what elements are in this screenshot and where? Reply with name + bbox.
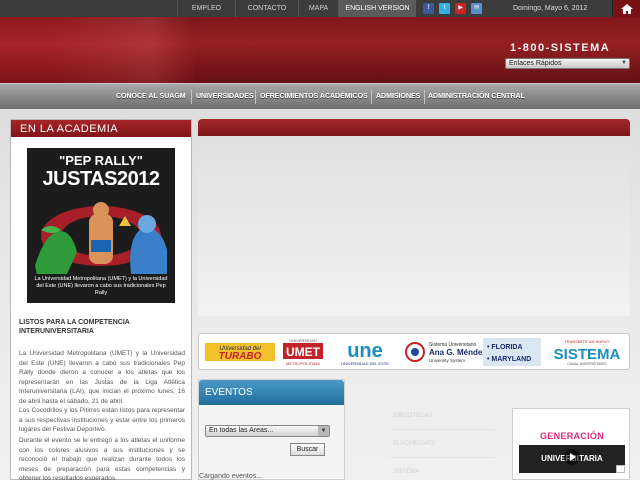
divider — [390, 429, 495, 430]
events-title: EVENTOS — [205, 387, 253, 398]
facebook-icon[interactable]: f — [423, 3, 434, 14]
topbar-link-contacto[interactable]: CONTACTO — [235, 0, 298, 17]
expand-icon[interactable] — [616, 465, 625, 473]
play-icon[interactable] — [564, 449, 580, 465]
svg-text:METROPOLITANA: METROPOLITANA — [286, 361, 320, 366]
poster-illustration — [35, 202, 167, 274]
banner-title: GENERACIÓN — [539, 431, 604, 441]
svg-text:une: une — [347, 340, 383, 362]
svg-text:CANAL UNIVERSITARIO: CANAL UNIVERSITARIO — [567, 362, 607, 366]
topbar-link-english-version[interactable]: ENGLISH VERSION — [338, 0, 416, 17]
area-filter-value: En todas las Areas... — [209, 427, 274, 434]
svg-text:SISTEMA: SISTEMA — [554, 346, 621, 363]
pep-rally-poster[interactable]: "PEP RALLY" JUSTAS2012 La Universidad Me… — [27, 148, 175, 303]
nav-item-universidades[interactable]: UNIVERSIDADES — [192, 84, 258, 110]
mail-icon[interactable]: ✉ — [471, 3, 482, 14]
svg-text:University System: University System — [429, 358, 465, 363]
twitter-icon[interactable]: t — [439, 3, 450, 14]
nav-item-ofrecimientos-academicos[interactable]: OFRECIMIENTOS ACADÉMICOS — [256, 84, 372, 110]
nav-item-conoce-al-suagm[interactable]: CONOCE AL SUAGM — [112, 84, 190, 110]
academia-header: EN LA ACADEMIA — [11, 120, 191, 137]
main-navigation: CONOCE AL SUAGM UNIVERSIDADES OFRECIMIEN… — [0, 83, 640, 109]
florida-maryland-logo[interactable]: • FLORIDA • MARYLAND — [483, 337, 541, 367]
home-button[interactable] — [612, 0, 640, 17]
area-filter-select[interactable]: En todas las Areas... ▼ — [205, 425, 330, 437]
topbar-link-mapa[interactable]: MAPA — [298, 0, 338, 17]
nav-item-administracion-central[interactable]: ADMINISTRACIÓN CENTRAL — [424, 84, 529, 110]
article-title[interactable]: LISTOS PARA LA COMPETENCIA INTERUNIVERSI… — [19, 318, 185, 336]
top-utility-bar: EMPLEO CONTACTO MAPA ENGLISH VERSION f t… — [0, 0, 640, 17]
quick-links-select[interactable]: Enlaces Rápidos ▼ — [505, 58, 630, 69]
header-light-panel — [50, 17, 195, 83]
svg-text:• MARYLAND: • MARYLAND — [487, 356, 531, 363]
svg-text:Ana G. Méndez: Ana G. Méndez — [429, 348, 485, 357]
search-events-button[interactable]: Buscar — [290, 443, 325, 456]
phone-number: 1-800-SISTEMA — [510, 42, 611, 54]
umet-logo[interactable]: UNIVERSIDAD UMET METROPOLITANA — [279, 337, 327, 367]
youtube-icon[interactable]: ▶ — [455, 3, 466, 14]
sistema-tv-logo[interactable]: TRANSMITE UN NUEVO SISTEMA CANAL UNIVERS… — [549, 337, 625, 367]
home-icon — [621, 4, 633, 14]
nav-item-admisiones[interactable]: ADMISIONES — [372, 84, 424, 110]
svg-text:UMET: UMET — [286, 345, 321, 359]
generacion-universitaria-banner[interactable]: GENERACIÓN UNIVERSITARIA — [512, 408, 630, 480]
university-logos-strip: Universidad del TURABO UNIVERSIDAD UMET … — [198, 333, 630, 370]
feature-slider[interactable] — [198, 136, 630, 316]
une-logo[interactable]: une UNIVERSIDAD DEL ESTE — [335, 337, 399, 367]
divider — [390, 457, 495, 458]
svg-text:UNIVERSIDAD: UNIVERSIDAD — [289, 338, 316, 343]
events-header: EVENTOS — [199, 380, 344, 405]
events-widget: EVENTOS En todas las Areas... ▼ Buscar C… — [198, 379, 345, 480]
agm-system-logo[interactable]: Sistema Universitario Ana G. Méndez Univ… — [405, 337, 485, 367]
article-paragraph: Los Cocodrilos y los Pitirres están list… — [19, 407, 185, 433]
svg-text:UNIVERSIDAD DEL ESTE: UNIVERSIDAD DEL ESTE — [341, 361, 389, 366]
academia-panel: EN LA ACADEMIA "PEP RALLY" JUSTAS2012 La… — [10, 119, 192, 480]
site-header: 1-800-SISTEMA Enlaces Rápidos ▼ — [0, 17, 640, 83]
current-date: Domingo, Mayo 6, 2012 — [513, 5, 588, 12]
chevron-down-icon: ▼ — [621, 60, 627, 66]
quick-links-value: Enlaces Rápidos — [509, 60, 562, 67]
poster-subtitle: "PEP RALLY" — [59, 153, 143, 168]
topbar-link-empleo[interactable]: EMPLEO — [177, 0, 235, 17]
svg-text:TRANSMITE UN NUEVO: TRANSMITE UN NUEVO — [564, 339, 609, 344]
faded-link-blackboard[interactable]: BLACKBOARD — [393, 441, 434, 447]
poster-caption: La Universidad Metropolitana (UMET) y la… — [34, 276, 168, 296]
svg-text:TURABO: TURABO — [219, 351, 262, 362]
turabo-logo[interactable]: Universidad del TURABO — [205, 337, 275, 367]
feature-slider-header — [198, 119, 630, 136]
faded-link-bibliotecas[interactable]: BIBLIOTECAS — [393, 413, 432, 419]
svg-text:• FLORIDA: • FLORIDA — [487, 344, 523, 351]
academia-title: EN LA ACADEMIA — [20, 123, 119, 135]
faded-link-sistema[interactable]: SISTEMA — [393, 469, 419, 475]
poster-title: JUSTAS2012 — [42, 168, 160, 190]
chevron-down-icon: ▼ — [318, 426, 329, 436]
article-paragraph: Durante el evento se le entregó a los at… — [19, 437, 185, 480]
article-paragraph: La Universidad Metropolitana (UMET) y la… — [19, 350, 185, 405]
events-loading-text: Cargando eventos... — [199, 473, 263, 480]
